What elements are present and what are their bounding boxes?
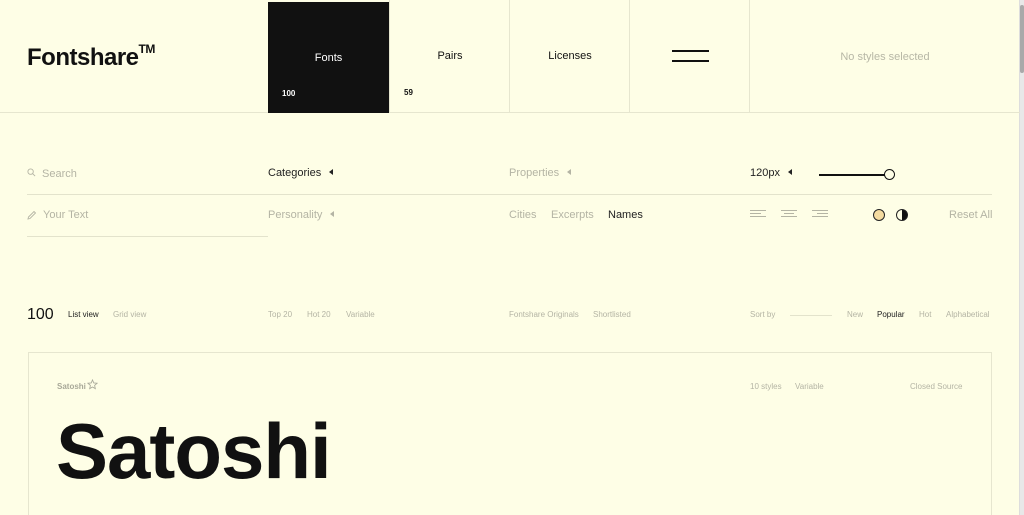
caret-left-icon (330, 211, 335, 218)
font-card-variable: Variable (795, 382, 824, 391)
styles-status-label: No styles selected (840, 51, 930, 63)
logo[interactable]: FontshareTM (27, 42, 156, 72)
your-text-underline (27, 236, 268, 237)
nav-pairs-count: 59 (404, 88, 413, 97)
text-mode-excerpts[interactable]: Excerpts (551, 209, 594, 221)
hamburger-icon[interactable] (672, 50, 709, 62)
filter-fontshare-originals[interactable]: Fontshare Originals (509, 310, 579, 319)
sort-new[interactable]: New (847, 310, 863, 319)
scrollbar-thumb[interactable] (1020, 5, 1024, 73)
nav-fonts-count: 100 (282, 89, 296, 98)
caret-left-icon (329, 169, 334, 176)
sort-hot[interactable]: Hot (919, 310, 931, 319)
list-view-toggle[interactable]: List view (68, 310, 99, 319)
nav-styles-status[interactable]: No styles selected (749, 0, 1020, 112)
caret-left-icon (567, 169, 572, 176)
font-card-styles: 10 styles (750, 382, 782, 391)
properties-label: Properties (509, 167, 560, 179)
size-slider-track[interactable] (819, 174, 887, 176)
color-theme-icon[interactable] (873, 209, 885, 221)
page: FontshareTM Fonts 100 Pairs 59 Licenses … (0, 0, 1020, 515)
size-slider-handle[interactable] (884, 169, 895, 180)
reset-all-button[interactable]: Reset All (949, 209, 992, 221)
logo-text: Fontshare (27, 44, 139, 71)
font-preview-text: Satoshi (56, 407, 332, 495)
nav-fonts-label: Fonts (314, 52, 343, 64)
filter-top-20[interactable]: Top 20 (268, 310, 292, 319)
nav-fonts[interactable]: Fonts 100 (268, 2, 389, 113)
align-right-icon[interactable] (812, 210, 828, 219)
font-card[interactable]: Satoshi 10 styles Variable Closed Source… (28, 352, 992, 515)
font-card-name[interactable]: Satoshi (57, 382, 86, 391)
categories-label: Categories (268, 167, 322, 179)
nav-pairs[interactable]: Pairs 59 (389, 0, 510, 112)
align-left-icon[interactable] (750, 210, 766, 219)
site-header: FontshareTM Fonts 100 Pairs 59 Licenses … (0, 0, 1020, 113)
properties-dropdown[interactable]: Properties (509, 167, 572, 179)
align-center-icon[interactable] (781, 210, 797, 219)
sort-divider (790, 315, 832, 316)
nav-licenses[interactable]: Licenses (509, 0, 630, 112)
your-text-input[interactable]: Your Text (43, 209, 88, 221)
size-value: 120px (750, 167, 780, 179)
star-icon[interactable] (87, 379, 98, 390)
personality-dropdown[interactable]: Personality (268, 209, 335, 221)
font-card-license: Closed Source (910, 382, 963, 391)
pencil-icon (27, 210, 37, 220)
sort-popular[interactable]: Popular (877, 310, 905, 319)
nav-pairs-label: Pairs (437, 50, 463, 62)
logo-mark: TM (138, 42, 156, 56)
scrollbar[interactable] (1020, 0, 1024, 515)
filter-hot-20[interactable]: Hot 20 (307, 310, 331, 319)
categories-dropdown[interactable]: Categories (268, 167, 334, 179)
caret-left-icon (787, 169, 792, 176)
search-icon (27, 168, 36, 177)
text-mode-cities[interactable]: Cities (509, 209, 537, 221)
nav-licenses-label: Licenses (548, 50, 592, 62)
sort-alphabetical[interactable]: Alphabetical (946, 310, 990, 319)
grid-view-toggle[interactable]: Grid view (113, 310, 146, 319)
text-mode-names[interactable]: Names (608, 209, 643, 221)
size-dropdown[interactable]: 120px (750, 167, 792, 179)
contrast-icon[interactable] (896, 209, 908, 221)
personality-label: Personality (268, 209, 323, 221)
font-count: 100 (27, 306, 54, 323)
filter-variable[interactable]: Variable (346, 310, 375, 319)
nav-menu[interactable] (629, 0, 750, 112)
filter-shortlisted[interactable]: Shortlisted (593, 310, 631, 319)
divider (27, 194, 992, 195)
search-input[interactable]: Search (42, 168, 77, 180)
sort-label: Sort by (750, 310, 776, 319)
